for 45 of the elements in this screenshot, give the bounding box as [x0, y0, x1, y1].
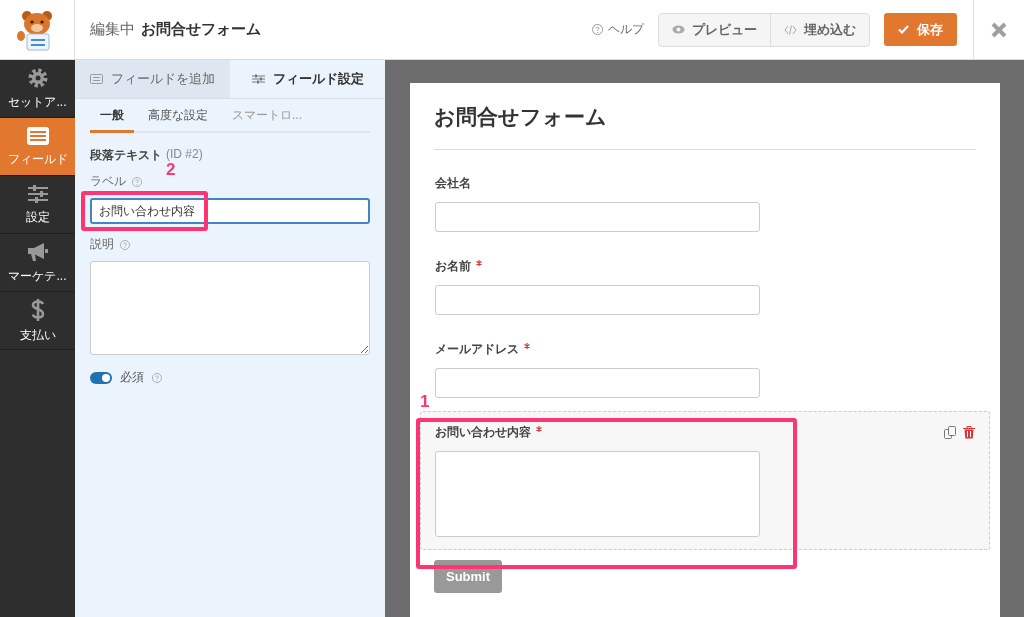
field-label: お問い合わせ内容	[435, 424, 531, 441]
text-input[interactable]	[435, 368, 760, 398]
help-link[interactable]: ヘルプ	[592, 21, 644, 38]
field-type-title: 段落テキスト	[90, 147, 162, 164]
editing-label: 編集中	[90, 20, 135, 39]
sliders-icon	[251, 74, 265, 84]
sub-tab[interactable]: 一般	[90, 99, 134, 133]
code-icon	[784, 24, 797, 35]
text-input[interactable]	[435, 202, 760, 232]
trash-icon[interactable]	[963, 426, 975, 439]
field-label: お名前	[435, 258, 471, 275]
gear-icon	[26, 66, 49, 89]
form-title: お問合せフォーム	[434, 103, 976, 150]
description-field[interactable]	[90, 261, 370, 355]
dollar-icon	[29, 297, 46, 322]
annotation-number: 1	[420, 392, 430, 412]
field-label: 会社名	[435, 175, 471, 192]
textarea-input[interactable]	[435, 451, 760, 537]
embed-button[interactable]: 埋め込む	[770, 13, 869, 46]
selected-field-area[interactable]: お問い合わせ内容	[420, 411, 990, 550]
close-icon[interactable]	[991, 21, 1007, 38]
description-caption: 説明	[90, 236, 114, 253]
text-input[interactable]	[435, 285, 760, 315]
help-icon[interactable]	[132, 176, 142, 187]
form-name: お問合せフォーム	[141, 20, 261, 39]
sliders-icon	[26, 183, 49, 204]
help-icon[interactable]	[152, 372, 162, 383]
megaphone-icon	[25, 240, 50, 263]
check-icon	[898, 25, 909, 34]
annotation-number: 2	[166, 160, 176, 180]
label-caption: ラベル	[90, 173, 126, 190]
help-icon	[592, 24, 603, 35]
eye-icon	[672, 25, 685, 34]
field-label: メールアドレス	[435, 341, 519, 358]
form-icon	[90, 74, 103, 84]
help-icon[interactable]	[120, 239, 130, 250]
list-icon	[25, 125, 50, 146]
field-id: (ID #2)	[166, 147, 203, 163]
panel-tab[interactable]: フィールドを追加	[75, 60, 230, 98]
required-toggle[interactable]	[90, 371, 112, 384]
label-input[interactable]: お問い合わせ内容	[90, 198, 370, 224]
duplicate-icon[interactable]	[944, 426, 957, 439]
preview-button[interactable]: プレビュー	[659, 13, 770, 46]
required-label: 必須	[120, 369, 144, 386]
sub-tab[interactable]: 高度な設定	[138, 99, 218, 133]
